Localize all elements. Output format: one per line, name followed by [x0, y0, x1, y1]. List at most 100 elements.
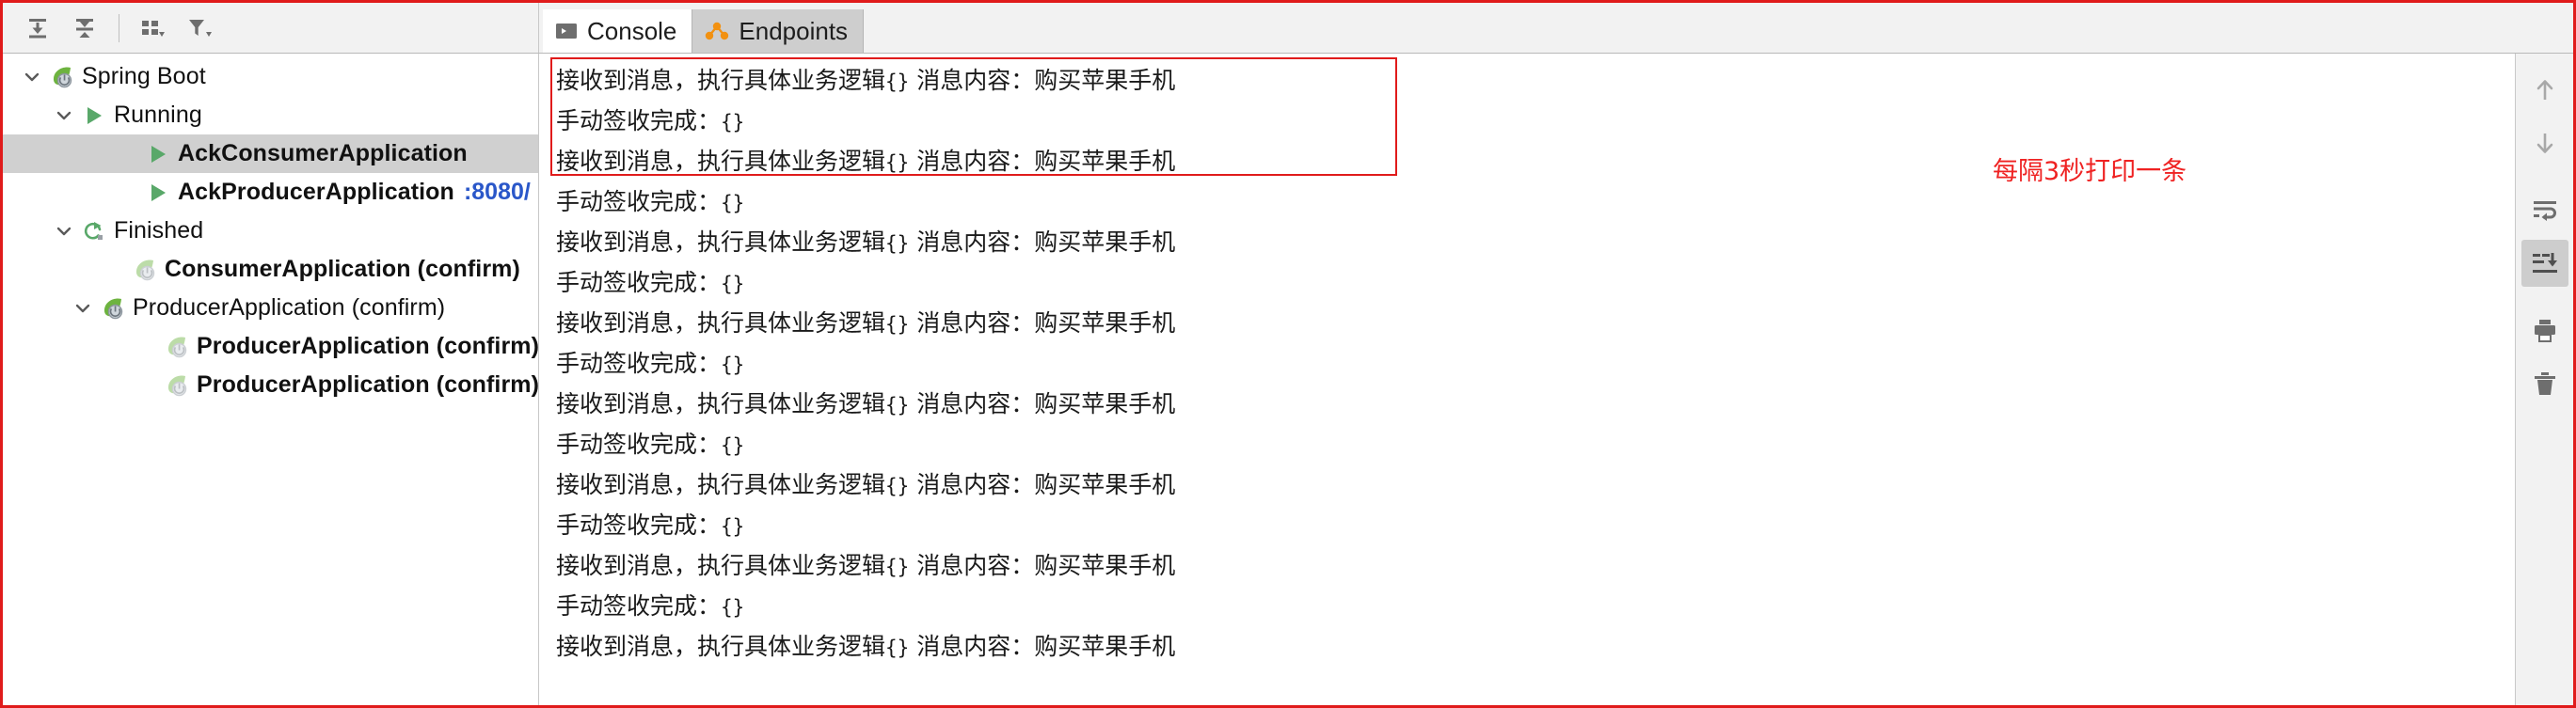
console-line-tail: 消息内容：购买苹果手机 — [909, 390, 1176, 417]
twisty-placeholder — [133, 327, 161, 366]
endpoints-icon — [704, 19, 730, 43]
tree-row-producer-application-child[interactable]: ProducerApplication (confirm) — [3, 327, 538, 366]
console-line-braces: {} — [885, 475, 910, 497]
console-line-text: 接收到消息，执行具体业务逻辑 — [556, 552, 886, 579]
console-line-text: 手动签收完成： — [556, 107, 722, 134]
spring-boot-faded-icon — [129, 250, 161, 289]
console-line-tail: 消息内容：购买苹果手机 — [909, 309, 1176, 337]
console-line: 手动签收完成：{} — [556, 425, 2515, 465]
console-line-text: 接收到消息，执行具体业务逻辑 — [556, 148, 886, 175]
console-line-text: 手动签收完成： — [556, 431, 722, 458]
arrow-down-icon — [2531, 129, 2559, 157]
collapse-all-icon — [72, 16, 97, 40]
rerun-green-icon — [78, 212, 110, 250]
print-button[interactable] — [2521, 307, 2568, 354]
console-line-braces: {} — [721, 596, 745, 619]
console-line: 手动签收完成：{} — [556, 182, 2515, 223]
console-line-tail: 消息内容：购买苹果手机 — [909, 471, 1176, 498]
console-line: 接收到消息，执行具体业务逻辑{} 消息内容：购买苹果手机 — [556, 385, 2515, 425]
run-green-icon — [78, 96, 110, 134]
console-line: 手动签收完成：{} — [556, 263, 2515, 304]
scroll-up-button[interactable] — [2521, 67, 2568, 114]
run-green-icon — [142, 134, 174, 173]
tree-row[interactable]: Spring Boot — [3, 57, 538, 96]
console-line-braces: {} — [721, 515, 745, 538]
tab-endpoints[interactable]: Endpoints — [692, 9, 865, 53]
spring-boot-faded-icon — [161, 327, 193, 366]
console-pane: 接收到消息，执行具体业务逻辑{} 消息内容：购买苹果手机 手动签收完成：{} 接… — [539, 54, 2573, 705]
console-line-text: 手动签收完成： — [556, 511, 722, 539]
app-port-link[interactable]: :8080/ — [464, 179, 531, 206]
spring-boot-icon — [97, 289, 129, 327]
services-tree[interactable]: Spring Boot Running AckConsumerApplicati… — [3, 54, 539, 705]
console-line: 接收到消息，执行具体业务逻辑{} 消息内容：购买苹果手机 — [556, 223, 2515, 263]
scroll-down-button[interactable] — [2521, 119, 2568, 166]
tree-row-label: ProducerApplication (confirm) — [197, 371, 539, 398]
console-line: 手动签收完成：{} — [556, 102, 2515, 142]
console-line-text: 手动签收完成： — [556, 592, 722, 620]
console-line-text: 接收到消息，执行具体业务逻辑 — [556, 228, 886, 256]
filter-icon — [186, 16, 215, 40]
tree-row-label: AckConsumerApplication — [178, 140, 468, 166]
console-line-braces: {} — [721, 273, 745, 295]
scroll-to-end-icon — [2530, 249, 2560, 277]
tree-row[interactable]: Finished — [3, 212, 538, 250]
console-line-tail: 消息内容：购买苹果手机 — [909, 67, 1176, 94]
chevron-down-icon[interactable] — [18, 57, 46, 96]
filter-button[interactable] — [179, 8, 222, 48]
console-output[interactable]: 接收到消息，执行具体业务逻辑{} 消息内容：购买苹果手机 手动签收完成：{} 接… — [539, 54, 2515, 705]
spring-boot-icon — [46, 57, 78, 96]
console-line-text: 手动签收完成： — [556, 350, 722, 377]
console-line: 手动签收完成：{} — [556, 587, 2515, 627]
run-dashboard-window: Console Endpoints Spring Boot Running Ac… — [0, 0, 2576, 708]
soft-wrap-icon — [2530, 197, 2560, 225]
tab-endpoints-label: Endpoints — [739, 16, 849, 45]
tree-row[interactable]: Running — [3, 96, 538, 134]
scroll-to-end-button[interactable] — [2520, 240, 2568, 287]
tab-console[interactable]: Console — [543, 9, 692, 53]
run-green-icon — [142, 173, 174, 212]
tree-row-label: ProducerApplication (confirm) — [133, 294, 446, 321]
chevron-down-icon[interactable] — [69, 289, 97, 327]
console-line: 手动签收完成：{} — [556, 506, 2515, 546]
tree-row-producer-application-child[interactable]: ProducerApplication (confirm) — [3, 366, 538, 404]
tree-row-label: ConsumerApplication (confirm) — [165, 256, 520, 282]
twisty-placeholder — [101, 250, 129, 289]
tree-row-label: AckProducerApplication — [178, 179, 454, 205]
console-line-text: 手动签收完成： — [556, 269, 722, 296]
console-line-tail: 消息内容：购买苹果手机 — [909, 552, 1176, 579]
spring-boot-faded-icon — [161, 366, 193, 404]
tree-row-ack-consumer-application[interactable]: AckConsumerApplication — [3, 134, 538, 173]
clear-all-button[interactable] — [2521, 360, 2568, 407]
console-line-tail: 消息内容：购买苹果手机 — [909, 228, 1176, 256]
console-line-braces: {} — [885, 232, 910, 255]
console-line-braces: {} — [885, 637, 910, 659]
console-line-braces: {} — [885, 71, 910, 93]
console-line: 接收到消息，执行具体业务逻辑{} 消息内容：购买苹果手机 — [556, 465, 2515, 506]
group-by-button[interactable] — [132, 8, 175, 48]
tree-row-producer-application[interactable]: ProducerApplication (confirm) — [3, 289, 538, 327]
console-line: 手动签收完成：{} — [556, 344, 2515, 385]
twisty-placeholder — [133, 366, 161, 404]
console-line-text: 接收到消息，执行具体业务逻辑 — [556, 309, 886, 337]
soft-wrap-button[interactable] — [2521, 187, 2568, 234]
twisty-placeholder — [114, 134, 142, 173]
chevron-down-icon[interactable] — [50, 212, 78, 250]
console-line: 接收到消息，执行具体业务逻辑{} 消息内容：购买苹果手机 — [556, 627, 2515, 668]
group-by-icon — [139, 16, 167, 40]
chevron-down-icon[interactable] — [50, 96, 78, 134]
console-line-text: 接收到消息，执行具体业务逻辑 — [556, 633, 886, 660]
expand-all-button[interactable] — [16, 8, 59, 48]
console-line-text: 手动签收完成： — [556, 188, 722, 215]
tree-row-label: Spring Boot — [82, 63, 206, 89]
console-tabbar: Console Endpoints — [539, 3, 2573, 53]
console-line-braces: {} — [721, 192, 745, 214]
console-line: 接收到消息，执行具体业务逻辑{} 消息内容：购买苹果手机 — [556, 61, 2515, 102]
tree-row-consumer-application[interactable]: ConsumerApplication (confirm) — [3, 250, 538, 289]
collapse-all-button[interactable] — [63, 8, 106, 48]
console-line-tail: 消息内容：购买苹果手机 — [909, 633, 1176, 660]
console-line-braces: {} — [885, 556, 910, 578]
expand-all-icon — [25, 16, 50, 40]
annotation-note: 每隔3秒打印一条 — [1993, 157, 2187, 186]
tree-row-ack-producer-application[interactable]: AckProducerApplication :8080/ — [3, 173, 538, 212]
